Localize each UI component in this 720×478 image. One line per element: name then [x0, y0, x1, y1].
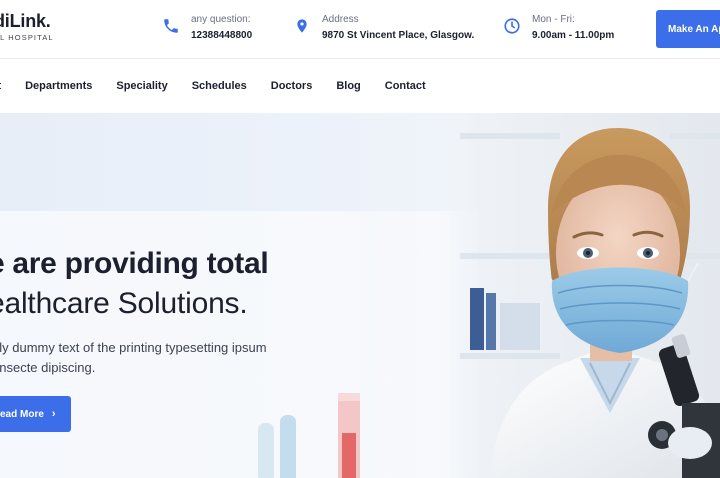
top-header: diLink. AL HOSPITAL any question: 123884…	[0, 0, 720, 58]
nav-item-schedules[interactable]: Schedules	[192, 79, 247, 93]
brand-name: diLink.	[0, 11, 51, 31]
phone-icon	[161, 16, 181, 36]
phone-number[interactable]: 12388448800	[191, 28, 252, 43]
read-more-label: ead More	[0, 408, 44, 420]
hero-title-line-1: e are providing total	[0, 247, 269, 280]
hours-label: Mon - Fri:	[532, 14, 575, 25]
nav-item-departments[interactable]: Departments	[25, 79, 92, 93]
doctor-photo	[440, 113, 720, 478]
nav-item-about[interactable]: out	[0, 79, 1, 93]
hero-section: e are providing total ealthcare Solution…	[0, 113, 720, 478]
nav-item-contact[interactable]: Contact	[385, 79, 426, 93]
make-appointment-button[interactable]: Make An Appointment	[656, 10, 720, 48]
address-value: 9870 St Vincent Place, Glasgow.	[322, 30, 475, 41]
map-pin-icon	[292, 16, 312, 36]
nav-item-blog[interactable]: Blog	[336, 79, 360, 93]
hero-description-line-2: onsecte dipiscing.	[0, 360, 96, 375]
hero-description-line-1: ply dummy text of the printing typesetti…	[0, 340, 267, 355]
header-divider	[0, 58, 720, 59]
main-nav: out Departments Speciality Schedules Doc…	[0, 79, 450, 93]
address-label: Address	[322, 14, 359, 25]
read-more-button[interactable]: ead More ›	[0, 396, 71, 432]
nav-item-doctors[interactable]: Doctors	[271, 79, 313, 93]
chevron-right-icon: ›	[51, 408, 56, 420]
opening-hours: Mon - Fri: 9.00am - 11.00pm	[502, 13, 614, 43]
nav-item-speciality[interactable]: Speciality	[116, 79, 167, 93]
brand-logo[interactable]: diLink. AL HOSPITAL	[0, 11, 54, 42]
hours-value: 9.00am - 11.00pm	[532, 30, 615, 41]
hero-title-line-2: ealthcare Solutions.	[0, 287, 248, 320]
clock-icon	[502, 16, 522, 36]
contact-address: Address 9870 St Vincent Place, Glasgow.	[292, 13, 474, 43]
phone-label: any question:	[191, 14, 251, 25]
brand-tagline: AL HOSPITAL	[0, 33, 54, 42]
test-tubes-image	[258, 393, 360, 478]
contact-phone: any question: 12388448800	[161, 13, 252, 43]
